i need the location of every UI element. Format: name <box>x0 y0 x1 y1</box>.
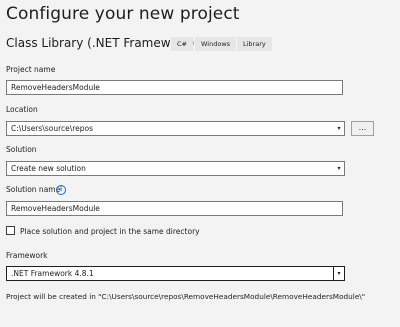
page-title: Configure your new project <box>6 4 240 24</box>
location-label: Location <box>6 105 38 114</box>
chevron-down-icon[interactable]: ▾ <box>334 162 344 175</box>
solution-select[interactable]: Create new solution ▾ <box>6 161 345 176</box>
project-name-label: Project name <box>6 65 56 74</box>
project-path-text: Project will be created in "C:\Users\sou… <box>6 292 366 301</box>
framework-value: .NET Framework 4.8.1 <box>11 269 94 278</box>
solution-name-label: Solution name <box>6 185 61 194</box>
same-directory-checkbox[interactable] <box>6 226 15 235</box>
template-name: Class Library (.NET Framework) <box>6 36 195 50</box>
framework-select[interactable]: .NET Framework 4.8.1 ▾ <box>6 266 345 281</box>
location-value: C:\Users\source\repos <box>11 124 94 133</box>
chevron-down-icon[interactable]: ▾ <box>333 267 344 280</box>
browse-button[interactable]: ... <box>351 121 374 136</box>
solution-name-input[interactable]: RemoveHeadersModule <box>6 201 343 216</box>
tag-platform: Windows <box>195 37 237 51</box>
info-icon[interactable]: i <box>56 185 66 195</box>
tag-language: C# <box>171 37 193 51</box>
same-directory-label[interactable]: Place solution and project in the same d… <box>20 227 200 236</box>
project-name-input[interactable]: RemoveHeadersModule <box>6 80 343 95</box>
location-combobox[interactable]: C:\Users\source\repos ▾ <box>6 121 345 136</box>
solution-value: Create new solution <box>11 164 86 173</box>
solution-label: Solution <box>6 145 37 154</box>
framework-label: Framework <box>6 251 48 260</box>
tag-project-type: Library <box>237 37 272 51</box>
chevron-down-icon[interactable]: ▾ <box>334 122 344 135</box>
